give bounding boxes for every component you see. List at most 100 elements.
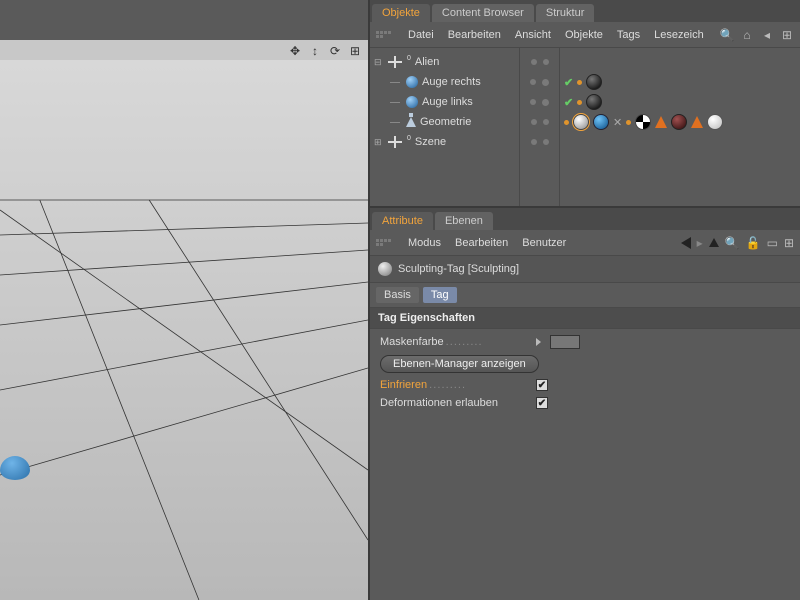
prop-deformationen: Deformationen erlauben ✔	[380, 397, 790, 409]
rotate-icon[interactable]: ⟳	[328, 44, 342, 58]
phong-tag-icon[interactable]	[577, 80, 582, 85]
tab-objekte[interactable]: Objekte	[372, 4, 430, 22]
material-tag-icon[interactable]	[707, 114, 723, 130]
tree-label: Szene	[415, 136, 446, 148]
menu-bearbeiten-attr[interactable]: Bearbeiten	[455, 237, 508, 249]
menu-objekte[interactable]: Objekte	[565, 29, 603, 41]
tag-row: ✔	[560, 72, 800, 92]
menu-tags[interactable]: Tags	[617, 29, 640, 41]
sphere-icon	[406, 96, 418, 108]
maximize-icon[interactable]: ⊞	[348, 44, 362, 58]
visibility-dot[interactable]	[530, 79, 536, 85]
prop-einfrieren: Einfrieren ✔	[380, 379, 790, 391]
material-tag-icon[interactable]	[586, 94, 602, 110]
polygon-object-icon	[406, 117, 416, 127]
phong-tag-icon[interactable]	[564, 120, 569, 125]
search-icon[interactable]: 🔍	[725, 236, 740, 250]
menu-datei[interactable]: Datei	[408, 29, 434, 41]
tree-item-auge-links[interactable]: Auge links	[372, 92, 517, 112]
prop-maskenfarbe: Maskenfarbe	[380, 335, 790, 349]
menu-benutzer[interactable]: Benutzer	[522, 237, 566, 249]
tab-attribute[interactable]: Attribute	[372, 212, 433, 230]
material-tag-icon[interactable]	[635, 114, 651, 130]
einfrieren-checkbox[interactable]: ✔	[536, 379, 548, 391]
visibility-dot[interactable]	[542, 79, 549, 86]
tab-ebenen[interactable]: Ebenen	[435, 212, 493, 230]
deformationen-checkbox[interactable]: ✔	[536, 397, 548, 409]
visibility-column	[520, 48, 560, 206]
move-icon[interactable]: ✥	[288, 44, 302, 58]
subtab-basis[interactable]: Basis	[376, 287, 419, 303]
viewport-nav-tools: ✥ ↕ ⟳ ⊞	[288, 44, 362, 58]
tree-item-geometrie[interactable]: Geometrie	[372, 112, 517, 132]
tag-row: ✕	[560, 112, 800, 132]
menu-ansicht[interactable]: Ansicht	[515, 29, 551, 41]
visibility-dot[interactable]	[531, 59, 537, 65]
tags-column: ✔ ✔ ✕	[560, 48, 800, 206]
tab-struktur[interactable]: Struktur	[536, 4, 595, 22]
lock-icon[interactable]: 🔓	[746, 236, 761, 250]
new-icon[interactable]: ▭	[767, 236, 778, 250]
up-level-icon[interactable]	[709, 238, 719, 247]
expand-collapse-icon[interactable]: ⊞	[374, 137, 384, 148]
selection-tag-icon[interactable]	[655, 116, 667, 128]
zoom-icon[interactable]: ↕	[308, 44, 322, 58]
tab-content-browser[interactable]: Content Browser	[432, 4, 534, 22]
tree-label: Geometrie	[420, 116, 471, 128]
grip-icon[interactable]	[376, 31, 394, 38]
visibility-dot[interactable]	[543, 139, 549, 145]
visibility-dot[interactable]	[531, 139, 537, 145]
object-tree[interactable]: ⊟ 0 Alien Auge rechts Auge links Geometr…	[370, 48, 520, 206]
panel-menu-icon[interactable]: ⊞	[780, 28, 794, 42]
tree-item-alien[interactable]: ⊟ 0 Alien	[372, 52, 517, 72]
object-manager: ⊟ 0 Alien Auge rechts Auge links Geometr…	[370, 48, 800, 208]
subtab-tag[interactable]: Tag	[423, 287, 457, 303]
material-tag-icon[interactable]	[593, 114, 609, 130]
history-back-icon[interactable]	[681, 237, 691, 249]
visibility-dot[interactable]	[543, 59, 549, 65]
visibility-dot[interactable]	[531, 119, 537, 125]
viewport-object-preview[interactable]	[0, 456, 30, 480]
uvw-tag-icon[interactable]: ✕	[613, 116, 622, 129]
expand-collapse-icon[interactable]: ⊟	[374, 57, 384, 68]
viewport-3d[interactable]: ✥ ↕ ⟳ ⊞	[0, 0, 370, 600]
enable-check-icon[interactable]: ✔	[564, 76, 573, 89]
menu-bearbeiten[interactable]: Bearbeiten	[448, 29, 501, 41]
phong-tag-icon[interactable]	[577, 100, 582, 105]
attribute-element-name: Sculpting-Tag [Sculpting]	[398, 263, 519, 275]
prop-label: Deformationen erlauben	[380, 397, 530, 409]
home-icon[interactable]: ⌂	[740, 28, 754, 42]
visibility-dot[interactable]	[530, 99, 536, 105]
tree-item-szene[interactable]: ⊞ 0 Szene	[372, 132, 517, 152]
expand-color-icon[interactable]	[536, 338, 544, 346]
material-tag-icon[interactable]	[586, 74, 602, 90]
sculpting-tag-icon	[378, 262, 392, 276]
null-object-icon	[388, 136, 402, 148]
tree-label: Auge rechts	[422, 76, 481, 88]
material-tag-icon[interactable]	[671, 114, 687, 130]
attribute-section-header: Tag Eigenschaften	[370, 307, 800, 329]
history-fwd-icon[interactable]: ▸	[697, 236, 703, 250]
selection-tag-icon[interactable]	[691, 116, 703, 128]
grip-icon[interactable]	[376, 239, 394, 246]
sculpting-tag-icon[interactable]	[573, 114, 589, 130]
search-icon[interactable]: 🔍	[720, 28, 734, 42]
visibility-dot[interactable]	[542, 99, 549, 106]
ebenen-manager-button[interactable]: Ebenen-Manager anzeigen	[380, 355, 539, 373]
visibility-dot[interactable]	[543, 119, 549, 125]
prev-icon[interactable]: ◂	[760, 28, 774, 42]
phong-tag-icon[interactable]	[626, 120, 631, 125]
objects-menubar: Datei Bearbeiten Ansicht Objekte Tags Le…	[370, 22, 800, 48]
tag-row	[560, 132, 800, 152]
menu-modus[interactable]: Modus	[408, 237, 441, 249]
prop-ebenen-manager: Ebenen-Manager anzeigen	[380, 355, 790, 373]
tree-item-auge-rechts[interactable]: Auge rechts	[372, 72, 517, 92]
viewport-grid[interactable]	[0, 60, 368, 600]
enable-check-icon[interactable]: ✔	[564, 96, 573, 109]
sphere-icon	[406, 76, 418, 88]
panel-menu-icon[interactable]: ⊞	[784, 236, 794, 250]
tag-row	[560, 52, 800, 72]
menu-lesezeichen[interactable]: Lesezeich	[654, 29, 704, 41]
color-swatch[interactable]	[550, 335, 580, 349]
null-object-icon	[388, 56, 402, 68]
